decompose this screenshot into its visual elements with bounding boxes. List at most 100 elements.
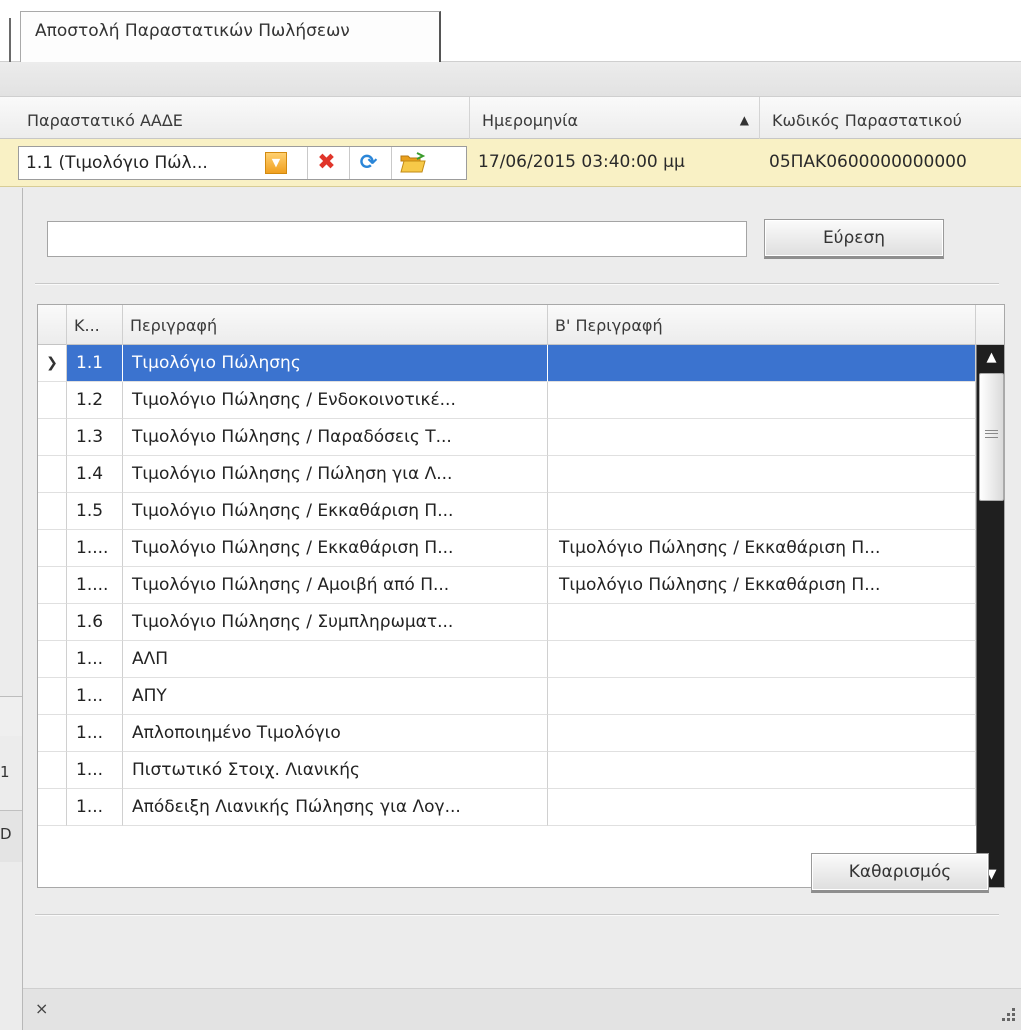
cell-description: Τιμολόγιο Πώλησης / Εκκαθάριση Π... xyxy=(123,530,548,567)
cell-secondary-description xyxy=(548,382,976,419)
column-header-aade-document[interactable]: Παραστατικό ΑΑΔΕ xyxy=(15,97,470,139)
background-panel xyxy=(0,696,22,736)
sort-ascending-icon: ▲ xyxy=(739,113,749,127)
column-header-document-code[interactable]: Κωδικός Παραστατικού xyxy=(760,97,1021,139)
tab-strip-border xyxy=(9,18,11,62)
cell-secondary-description xyxy=(548,493,976,530)
cell-description: Τιμολόγιο Πώλησης / Παραδόσεις Τ... xyxy=(123,419,548,456)
row-indicator xyxy=(38,456,67,493)
grip-icon-line xyxy=(985,433,998,434)
cell-description: Απόδειξη Λιανικής Πώλησης για Λογ... xyxy=(123,789,548,826)
cell-code: 1.1 xyxy=(67,345,123,382)
lookup-popup: Εύρεση Κ... Περιγραφή Β' Περιγραφή ❯ 1.1 Τ… xyxy=(22,188,1021,1030)
cell-description: ΑΛΠ xyxy=(123,641,548,678)
row-indicator xyxy=(38,789,67,826)
column-header-date-label: Ημερομηνία xyxy=(482,111,579,130)
row-indicator xyxy=(38,382,67,419)
table-row[interactable]: 1.... Τιμολόγιο Πώλησης / Εκκαθάριση Π...… xyxy=(38,530,976,567)
resize-grip-icon[interactable] xyxy=(1002,1008,1016,1022)
chevron-down-icon[interactable]: ▼ xyxy=(265,152,287,174)
row-indicator xyxy=(38,419,67,456)
cell-description: ΑΠΥ xyxy=(123,678,548,715)
scrollbar-thumb[interactable] xyxy=(979,373,1004,501)
table-row[interactable]: 1... Απόδειξη Λιανικής Πώλησης για Λογ... xyxy=(38,789,976,826)
table-row[interactable]: 1.4 Τιμολόγιο Πώλησης / Πώληση για Λ... xyxy=(38,456,976,493)
cell-code: 1.2 xyxy=(67,382,123,419)
cell-code: 1.6 xyxy=(67,604,123,641)
table-row[interactable]: ❯ 1.1 Τιμολόγιο Πώλησης xyxy=(38,345,976,382)
column-header-date[interactable]: Ημερομηνία ▲ xyxy=(470,97,760,139)
column-header-code[interactable]: Κ... xyxy=(67,305,123,345)
refresh-icon[interactable]: ⟳ xyxy=(349,147,387,179)
cell-secondary-description xyxy=(548,715,976,752)
table-row[interactable]: 1.... Τιμολόγιο Πώλησης / Αμοιβή από Π...… xyxy=(38,567,976,604)
grid-header: Παραστατικό ΑΑΔΕ Ημερομηνία ▲ Κωδικός Πα… xyxy=(0,97,1021,139)
open-folder-icon[interactable] xyxy=(391,147,433,179)
scroll-up-icon[interactable]: ▲ xyxy=(977,345,1004,371)
cell-code: 1.4 xyxy=(67,456,123,493)
table-row[interactable]: 1... ΑΠΥ xyxy=(38,678,976,715)
tab-strip: Αποστολή Παραστατικών Πωλήσεων xyxy=(0,0,1021,63)
lookup-grid-header: Κ... Περιγραφή Β' Περιγραφή xyxy=(38,305,976,345)
cell-secondary-description xyxy=(548,345,976,382)
cell-secondary-description xyxy=(548,752,976,789)
divider xyxy=(35,914,999,916)
cell-description: Απλοποιημένο Τιμολόγιο xyxy=(123,715,548,752)
cell-code: 1... xyxy=(67,752,123,789)
cell-secondary-description xyxy=(548,789,976,826)
document-combo-editor[interactable]: 1.1 (Τιμολόγιο Πώλ... ▼ ✖ ⟳ xyxy=(18,146,467,180)
row-indicator xyxy=(38,493,67,530)
vertical-scrollbar[interactable]: ▲ ▼ xyxy=(976,345,1004,887)
tab-send-sales-documents[interactable]: Αποστολή Παραστατικών Πωλήσεων xyxy=(20,11,441,63)
search-input[interactable] xyxy=(47,221,747,257)
grip-icon xyxy=(985,430,998,438)
cell-description: Τιμολόγιο Πώλησης / Πώληση για Λ... xyxy=(123,456,548,493)
grid-corner xyxy=(976,305,1004,345)
cell-description: Τιμολόγιο Πώλησης / Αμοιβή από Π... xyxy=(123,567,548,604)
background-text-fragment: 1 xyxy=(0,763,10,781)
table-row[interactable]: 1.2 Τιμολόγιο Πώλησης / Ενδοκοινοτικέ... xyxy=(38,382,976,419)
close-icon[interactable]: × xyxy=(35,999,48,1018)
cell-code: 1... xyxy=(67,641,123,678)
background-panel xyxy=(0,862,22,1030)
delete-icon[interactable]: ✖ xyxy=(307,147,345,179)
search-button[interactable]: Εύρεση xyxy=(764,219,944,259)
toolbar xyxy=(0,62,1021,97)
edit-row-date: 17/06/2015 03:40:00 μμ xyxy=(478,152,685,172)
column-header-secondary-description[interactable]: Β' Περιγραφή xyxy=(548,305,976,345)
combo-value: 1.1 (Τιμολόγιο Πώλ... xyxy=(26,153,208,173)
table-row[interactable]: 1.6 Τιμολόγιο Πώλησης / Συμπληρωματ... xyxy=(38,604,976,641)
cell-secondary-description: Τιμολόγιο Πώλησης / Εκκαθάριση Π... xyxy=(548,567,976,604)
current-row-indicator-icon: ❯ xyxy=(38,345,67,382)
edit-row-code: 05ΠΑΚ0600000000000 xyxy=(769,152,967,172)
cell-secondary-description xyxy=(548,641,976,678)
clear-button[interactable]: Καθαρισμός xyxy=(811,853,989,893)
cell-secondary-description: Τιμολόγιο Πώλησης / Εκκαθάριση Π... xyxy=(548,530,976,567)
cell-secondary-description xyxy=(548,678,976,715)
table-row[interactable]: 1... Απλοποιημένο Τιμολόγιο xyxy=(38,715,976,752)
column-header-description[interactable]: Περιγραφή xyxy=(123,305,548,345)
table-row[interactable]: 1.3 Τιμολόγιο Πώλησης / Παραδόσεις Τ... xyxy=(38,419,976,456)
cell-description: Τιμολόγιο Πώλησης / Ενδοκοινοτικέ... xyxy=(123,382,548,419)
row-indicator xyxy=(38,715,67,752)
row-indicator xyxy=(38,604,67,641)
cell-secondary-description xyxy=(548,419,976,456)
cell-code: 1.5 xyxy=(67,493,123,530)
lookup-grid: Κ... Περιγραφή Β' Περιγραφή ❯ 1.1 Τιμολόγι… xyxy=(37,304,1005,888)
grid-row-editing[interactable]: 1.1 (Τιμολόγιο Πώλ... ▼ ✖ ⟳ 17/06/2015 0… xyxy=(0,139,1021,187)
cell-secondary-description xyxy=(548,604,976,641)
divider xyxy=(35,283,999,285)
table-row[interactable]: 1... Πιστωτικό Στοιχ. Λιανικής xyxy=(38,752,976,789)
cell-description: Τιμολόγιο Πώλησης / Συμπληρωματ... xyxy=(123,604,548,641)
cell-code: 1... xyxy=(67,678,123,715)
cell-code: 1... xyxy=(67,715,123,752)
cell-code: 1... xyxy=(67,789,123,826)
table-row[interactable]: 1... ΑΛΠ xyxy=(38,641,976,678)
cell-description: Πιστωτικό Στοιχ. Λιανικής xyxy=(123,752,548,789)
row-indicator xyxy=(38,641,67,678)
cell-description: Τιμολόγιο Πώλησης xyxy=(123,345,548,382)
table-row[interactable]: 1.5 Τιμολόγιο Πώλησης / Εκκαθάριση Π... xyxy=(38,493,976,530)
cell-code: 1.... xyxy=(67,567,123,604)
row-indicator-header xyxy=(38,305,67,345)
row-indicator xyxy=(38,567,67,604)
